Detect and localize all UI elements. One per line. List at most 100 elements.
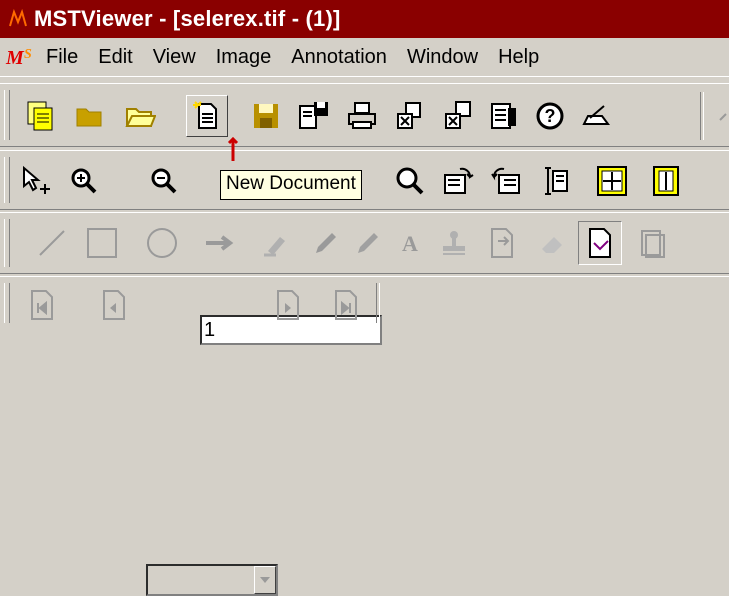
scan-icon — [580, 100, 612, 132]
copy-page-icon — [394, 100, 426, 132]
first-page-button[interactable] — [24, 287, 60, 323]
menu-bar: M S File Edit View Image Annotation Wind… — [0, 38, 729, 77]
menu-file[interactable]: File — [46, 46, 78, 69]
tooltip: New Document — [220, 170, 362, 200]
annotation-pointer-button[interactable] — [578, 221, 622, 265]
scan-button[interactable] — [578, 98, 614, 134]
next-page-icon — [272, 289, 304, 321]
arrow-tool-icon — [204, 227, 236, 259]
copy-page-alt-icon — [442, 100, 474, 132]
standard-toolbar: ? — [0, 83, 729, 147]
ellipse-tool-icon — [146, 227, 178, 259]
zoom-out-button[interactable] — [146, 163, 182, 199]
zoom-in-button[interactable] — [66, 163, 102, 199]
new-window-icon — [24, 100, 56, 132]
previous-page-icon — [98, 289, 130, 321]
chevron-down-icon[interactable] — [254, 566, 276, 594]
print-icon — [346, 100, 378, 132]
copy-page-button[interactable] — [392, 98, 428, 134]
rotate-left-icon — [490, 165, 522, 197]
save-icon — [250, 100, 282, 132]
stamp-button[interactable] — [436, 225, 472, 261]
annotation-toolbar: A — [0, 212, 729, 274]
text-tool-button[interactable]: A — [392, 225, 428, 261]
tool-icon — [712, 100, 729, 132]
next-page-button[interactable] — [270, 287, 306, 323]
title-bar: MSTViewer - [selerex.tif - (1)] — [0, 0, 729, 38]
copy-page-alt-button[interactable] — [440, 98, 476, 134]
page-select[interactable] — [146, 564, 278, 596]
view-toolbar: 1 — [0, 136, 729, 345]
app-logo-icon — [8, 8, 28, 30]
fit-height-icon — [540, 165, 572, 197]
toolbar-separator — [700, 92, 704, 140]
fit-height-button[interactable] — [538, 163, 574, 199]
zoom-out-icon — [148, 165, 180, 197]
rotate-left-button[interactable] — [488, 163, 524, 199]
stamp-icon — [438, 227, 470, 259]
magnifier-button[interactable] — [392, 163, 428, 199]
paste-button[interactable] — [636, 225, 666, 261]
solid-pen-button[interactable] — [350, 225, 386, 261]
attach-icon — [486, 227, 518, 259]
extra-tool-button[interactable] — [712, 98, 729, 134]
text-tool-icon: A — [394, 227, 426, 259]
menu-view[interactable]: View — [153, 46, 196, 69]
open-button[interactable] — [72, 98, 108, 134]
save-as-icon — [298, 100, 330, 132]
fit-window-button[interactable] — [594, 163, 630, 199]
annotation-pointer-icon — [584, 227, 616, 259]
save-button[interactable] — [248, 98, 284, 134]
fit-width-button[interactable] — [648, 163, 684, 199]
toolbar-grip[interactable] — [4, 219, 10, 267]
svg-text:?: ? — [545, 106, 556, 126]
rectangle-tool-icon — [86, 227, 118, 259]
menu-image[interactable]: Image — [216, 46, 272, 69]
open-folder-icon — [74, 100, 106, 132]
menu-annotation[interactable]: Annotation — [291, 46, 387, 69]
help-icon: ? — [534, 100, 566, 132]
line-tool-button[interactable] — [34, 225, 70, 261]
menu-help[interactable]: Help — [498, 46, 539, 69]
toolbar-grip[interactable] — [4, 157, 10, 203]
print-button[interactable] — [344, 98, 380, 134]
zoom-in-icon — [68, 165, 100, 197]
help-button[interactable]: ? — [532, 98, 568, 134]
menu-window[interactable]: Window — [407, 46, 478, 69]
rotate-right-icon — [442, 165, 474, 197]
toolbar-grip[interactable] — [4, 283, 10, 323]
rectangle-tool-button[interactable] — [84, 225, 120, 261]
first-page-icon — [26, 289, 58, 321]
new-document-button[interactable] — [186, 95, 228, 137]
mdi-system-menu-icon[interactable]: M S — [4, 42, 44, 72]
toolbar-separator — [376, 283, 380, 323]
line-tool-icon — [36, 227, 68, 259]
navigation-toolbar — [0, 276, 729, 596]
open-outline-button[interactable] — [122, 98, 158, 134]
last-page-button[interactable] — [328, 287, 364, 323]
previous-page-button[interactable] — [96, 287, 132, 323]
eraser-icon — [536, 227, 568, 259]
toolbar-grip[interactable] — [4, 90, 10, 140]
window-title: MSTViewer - [selerex.tif - (1)] — [34, 6, 341, 31]
select-tool-button[interactable] — [18, 163, 54, 199]
new-document-icon — [191, 100, 223, 132]
menu-edit[interactable]: Edit — [98, 46, 132, 69]
ellipse-tool-button[interactable] — [144, 225, 180, 261]
pen-button[interactable] — [308, 225, 344, 261]
properties-icon — [488, 100, 520, 132]
arrow-tool-button[interactable] — [202, 225, 238, 261]
highlighter-button[interactable] — [258, 225, 294, 261]
last-page-icon — [330, 289, 362, 321]
magnifier-icon — [394, 165, 426, 197]
svg-text:M: M — [5, 47, 25, 69]
pen-icon — [310, 227, 342, 259]
properties-button[interactable] — [486, 98, 522, 134]
save-as-button[interactable] — [296, 98, 332, 134]
attach-button[interactable] — [484, 225, 520, 261]
eraser-button[interactable] — [534, 225, 570, 261]
paste-icon — [636, 227, 666, 259]
new-window-button[interactable] — [22, 98, 58, 134]
fit-width-icon — [650, 165, 682, 197]
rotate-right-button[interactable] — [440, 163, 476, 199]
